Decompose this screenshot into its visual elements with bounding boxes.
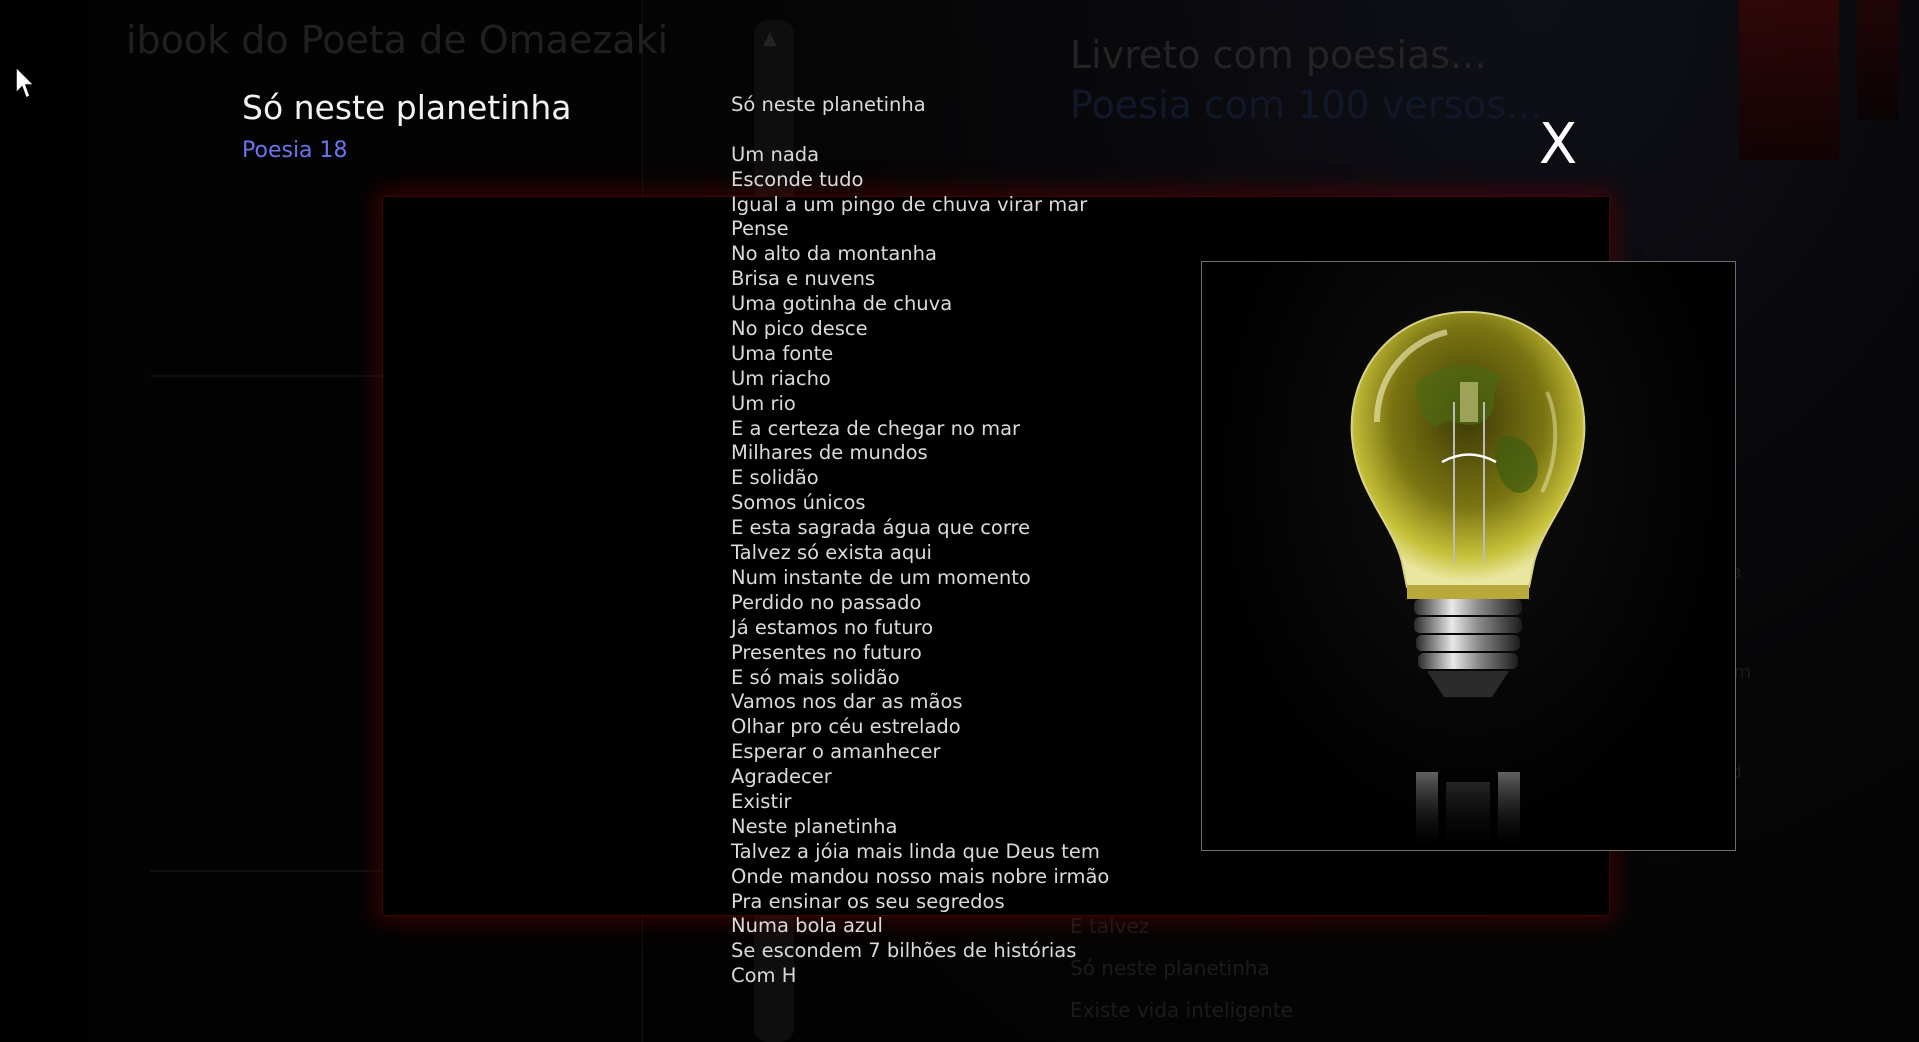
poem-verse: Existir xyxy=(731,789,792,813)
background-divider xyxy=(150,375,390,377)
poem-heading: Só neste planetinha xyxy=(731,93,926,116)
mouse-pointer-icon xyxy=(15,66,36,100)
poem-verse: Somos únicos xyxy=(731,491,866,515)
poem-verse: Pra ensinar os seu segredos xyxy=(731,889,1005,913)
poem-verse: E só mais solidão xyxy=(731,665,900,689)
poem-text: Só neste planetinha Um nada Esconde tudo I… xyxy=(731,93,1431,989)
poem-verse: Olhar pro céu estrelado xyxy=(731,715,961,739)
poem-verse: Neste planetinha xyxy=(731,814,898,838)
poem-verse: No pico desce xyxy=(731,317,868,341)
poem-verse: Já estamos no futuro xyxy=(731,615,934,639)
poem-verse: Talvez a jóia mais linda que Deus tem xyxy=(731,839,1100,863)
background-app-title: ibook do Poeta de Omaezaki xyxy=(126,18,669,62)
poem-verse: Agradecer xyxy=(731,765,832,789)
poem-verse: E esta sagrada água que corre xyxy=(731,516,1031,540)
scroll-up-arrow-icon[interactable]: ▲ xyxy=(763,28,777,49)
poem-verse: Uma fonte xyxy=(731,341,834,365)
poem-verse: Igual a um pingo de chuva virar mar xyxy=(731,192,1088,216)
poem-verse: Um nada xyxy=(731,142,820,166)
poem-verse: Milhares de mundos xyxy=(731,441,928,465)
background-divider xyxy=(150,870,390,872)
poem-verse: No alto da montanha xyxy=(731,242,937,266)
poem-verse: Num instante de um momento xyxy=(731,565,1031,589)
poem-verse: Numa bola azul xyxy=(731,914,883,938)
poem-verse: Perdido no passado xyxy=(731,590,922,614)
background-red-decoration xyxy=(1739,0,1839,160)
poem-verse: Vamos nos dar as mãos xyxy=(731,690,963,714)
poem-verse: E solidão xyxy=(731,466,819,490)
poem-verse: Presentes no futuro xyxy=(731,640,922,664)
poem-verse: Com H xyxy=(731,964,797,988)
poem-title: Só neste planetinha xyxy=(242,88,572,127)
poem-verse: Talvez só exista aqui xyxy=(731,541,932,565)
poem-verse: Uma gotinha de chuva xyxy=(731,292,953,316)
poem-verse: E a certeza de chegar no mar xyxy=(731,416,1021,440)
verse-list: Um nada Esconde tudo Igual a um pingo de c… xyxy=(731,143,1431,989)
booklet-title: Livreto com poesias... xyxy=(1070,33,1487,77)
poem-verse: Um riacho xyxy=(731,366,831,390)
list-item[interactable]: Existe vida inteligente xyxy=(1070,989,1293,1031)
poem-verse: Pense xyxy=(731,217,789,241)
poem-verse: Se escondem 7 bilhões de histórias xyxy=(731,939,1077,963)
left-stripe xyxy=(0,0,89,1042)
poem-verse: Onde mandou nosso mais nobre irmão xyxy=(731,864,1110,888)
poem-number: Poesia 18 xyxy=(242,138,348,163)
poem-verse: Esconde tudo xyxy=(731,167,864,191)
close-button[interactable]: X xyxy=(1530,110,1586,180)
background-red-decoration xyxy=(1857,0,1899,120)
poem-verse: Um rio xyxy=(731,391,796,415)
poem-verse: Brisa e nuvens xyxy=(731,267,876,291)
poem-verse: Esperar o amanhecer xyxy=(731,740,941,764)
